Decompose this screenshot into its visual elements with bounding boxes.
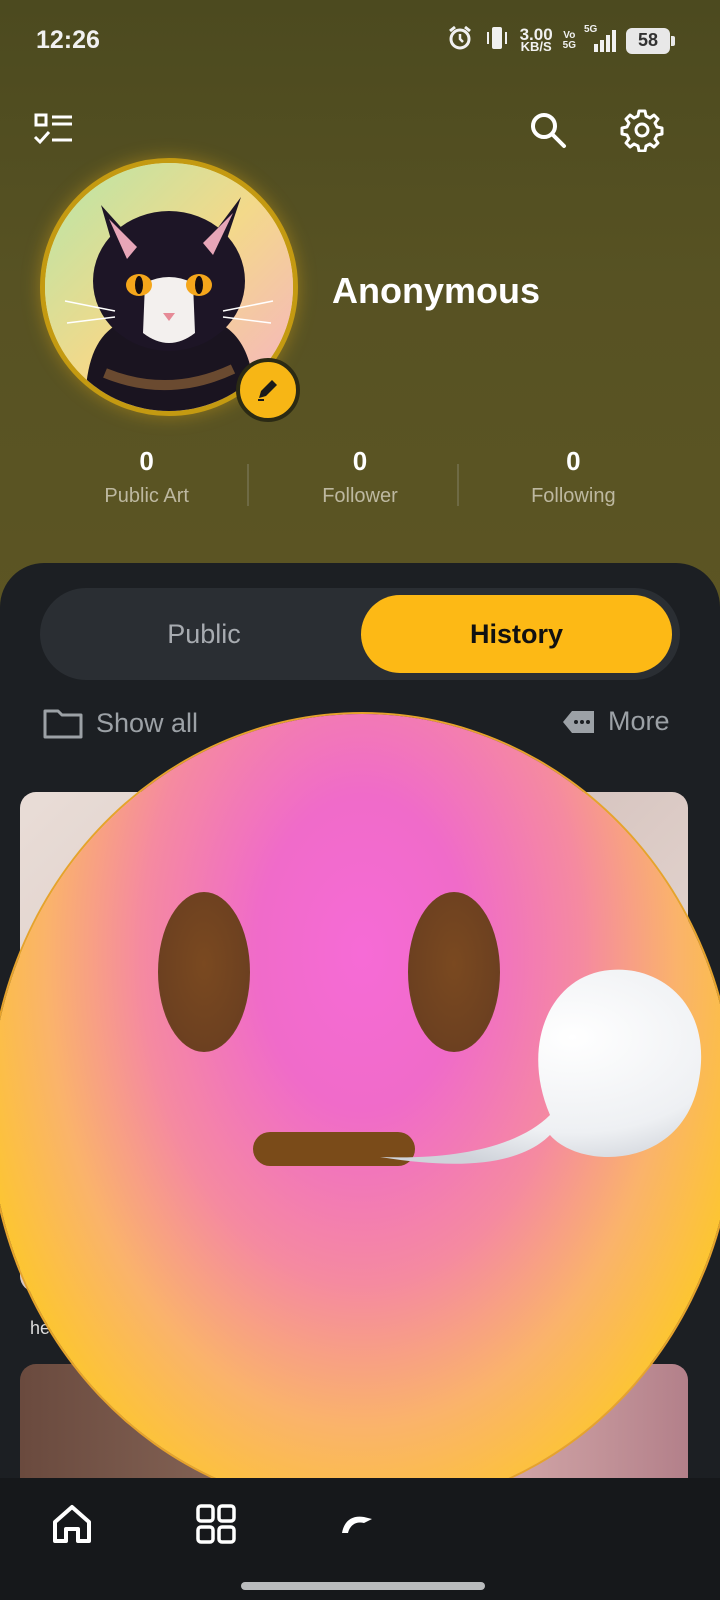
folder-icon	[43, 709, 83, 739]
profile-username: Anonymous	[332, 270, 541, 311]
profile-stats: 0 Public Art 0 Follower 0 Following	[40, 446, 680, 526]
emoji-eye-left	[158, 892, 250, 1052]
status-bar: 12:26 3.00 KB/S Vo 5G 5G 58	[0, 0, 720, 80]
stat-value: 0	[139, 446, 154, 476]
volte-indicator: Vo 5G	[562, 29, 576, 51]
alarm-icon	[446, 24, 474, 57]
status-time: 12:26	[36, 26, 100, 54]
vibrate-icon	[484, 24, 510, 57]
show-all-button[interactable]: Show all	[42, 706, 198, 740]
grid-icon	[196, 1504, 236, 1544]
tab-public[interactable]: Public	[40, 588, 368, 680]
gear-icon	[620, 109, 664, 152]
stat-label: Follower	[322, 485, 398, 507]
home-indicator[interactable]	[241, 1582, 485, 1590]
stat-follower[interactable]: 0 Follower	[253, 446, 466, 526]
stat-label: Public Art	[104, 485, 189, 507]
stat-value: 0	[352, 446, 368, 476]
stat-divider	[457, 464, 459, 506]
stat-label: Following	[531, 485, 616, 507]
edit-avatar-button[interactable]	[236, 358, 300, 422]
nav-home[interactable]	[48, 1500, 96, 1548]
nav-explore[interactable]	[192, 1500, 240, 1548]
volte-sub: 5G	[562, 39, 576, 51]
signal-label: 5G	[584, 23, 598, 35]
show-all-label: Show all	[96, 707, 199, 738]
stat-divider	[247, 464, 249, 506]
signal-icon: 5G	[584, 24, 616, 52]
battery-indicator: 58	[626, 27, 675, 54]
stat-public-art[interactable]: 0 Public Art	[40, 446, 253, 526]
checklist-button[interactable]	[30, 106, 78, 154]
checklist-icon	[33, 113, 72, 145]
home-icon	[53, 1505, 91, 1543]
tab-history[interactable]: History	[361, 595, 672, 673]
more-label: More	[608, 706, 670, 736]
pencil-icon	[258, 380, 277, 401]
volte-label: Vo	[563, 29, 576, 41]
create-icon	[342, 1516, 372, 1533]
more-tag-icon	[563, 710, 594, 733]
speech-bubble-icon	[380, 969, 702, 1164]
search-button[interactable]	[524, 106, 572, 154]
nav-create[interactable]	[334, 1500, 382, 1548]
stat-following[interactable]: 0 Following	[467, 446, 680, 526]
stat-value: 0	[566, 446, 581, 476]
search-icon	[531, 113, 566, 148]
network-speed: 3.00 KB/S	[520, 26, 553, 54]
network-speed-unit: KB/S	[520, 38, 552, 54]
status-icons: 3.00 KB/S Vo 5G 5G 58	[446, 24, 675, 57]
settings-button[interactable]	[618, 106, 666, 154]
more-button[interactable]: More	[562, 706, 670, 737]
